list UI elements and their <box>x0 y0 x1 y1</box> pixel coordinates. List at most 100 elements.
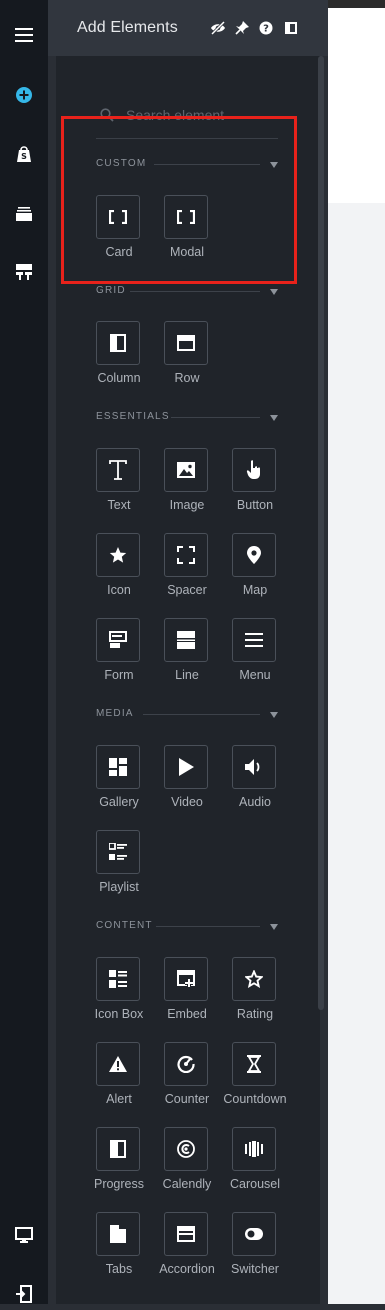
caret-down-icon[interactable] <box>270 162 278 168</box>
element-tile-box[interactable] <box>164 618 208 662</box>
element-tile-menu[interactable]: Menu <box>223 618 287 690</box>
element-tile-box[interactable] <box>96 448 140 492</box>
section-header-custom[interactable]: CUSTOM <box>96 158 278 172</box>
element-tile-image[interactable]: Image <box>155 448 219 520</box>
section-label: ESSENTIALS <box>96 411 170 422</box>
element-tile-carousel[interactable]: Carousel <box>223 1127 287 1199</box>
element-tile-box[interactable] <box>96 1127 140 1171</box>
element-tile-line[interactable]: Line <box>155 618 219 690</box>
element-tile-countdown[interactable]: Countdown <box>223 1042 287 1114</box>
element-tile-box[interactable] <box>164 957 208 1001</box>
element-tile-gallery[interactable]: Gallery <box>87 745 151 817</box>
element-tile-form[interactable]: Form <box>87 618 151 690</box>
element-tile-box[interactable] <box>164 1127 208 1171</box>
element-tile-tabs[interactable]: Tabs <box>87 1212 151 1284</box>
element-tile-counter[interactable]: Counter <box>155 1042 219 1114</box>
shop-bag-icon[interactable]: S <box>8 138 40 170</box>
eye-slash-icon[interactable] <box>210 20 226 36</box>
element-tile-box[interactable] <box>232 1042 276 1086</box>
element-tile-embed[interactable]: Embed <box>155 957 219 1029</box>
pin-icon[interactable] <box>234 20 250 36</box>
section-header-grid[interactable]: GRID <box>96 285 278 299</box>
element-tile-calendly[interactable]: Calendly <box>155 1127 219 1199</box>
layout-icon[interactable] <box>8 256 40 288</box>
element-tile-modal[interactable]: Modal <box>155 195 219 267</box>
element-tile-box[interactable] <box>232 1212 276 1256</box>
element-tile-spacer[interactable]: Spacer <box>155 533 219 605</box>
element-tile-box[interactable] <box>96 745 140 789</box>
element-tile-box[interactable] <box>96 195 140 239</box>
embed-icon <box>177 970 195 988</box>
section-header-essentials[interactable]: ESSENTIALS <box>96 411 278 425</box>
caret-down-icon[interactable] <box>270 415 278 421</box>
add-circle-icon[interactable] <box>8 79 40 111</box>
element-tile-box[interactable] <box>164 321 208 365</box>
element-tile-accordion[interactable]: Accordion <box>155 1212 219 1284</box>
element-tile-box[interactable] <box>232 957 276 1001</box>
element-tile-box[interactable] <box>232 533 276 577</box>
help-icon[interactable]: ? <box>258 20 274 36</box>
element-tile-box[interactable] <box>96 957 140 1001</box>
element-tile-switcher[interactable]: Switcher <box>223 1212 287 1284</box>
element-tile-box[interactable] <box>164 195 208 239</box>
element-tile-box[interactable] <box>96 321 140 365</box>
star-icon <box>109 546 127 564</box>
element-tile-label: Countdown <box>223 1092 287 1106</box>
element-tile-label: Accordion <box>159 1262 215 1276</box>
element-tile-playlist[interactable]: Playlist <box>87 830 151 902</box>
element-tile-progress[interactable]: Progress <box>87 1127 151 1199</box>
element-tile-box[interactable] <box>164 745 208 789</box>
element-tile-icon[interactable]: Icon <box>87 533 151 605</box>
panel-toggle-icon[interactable] <box>283 20 299 36</box>
element-tile-box[interactable] <box>164 1042 208 1086</box>
element-tile-text[interactable]: Text <box>87 448 151 520</box>
search-input[interactable] <box>126 104 276 126</box>
element-tile-box[interactable] <box>232 1127 276 1171</box>
element-tile-map[interactable]: Map <box>223 533 287 605</box>
monitor-icon[interactable] <box>8 1219 40 1251</box>
element-tile-box[interactable] <box>96 1042 140 1086</box>
element-tile-label: Progress <box>93 1177 145 1191</box>
hamburger-icon <box>245 633 263 647</box>
element-tile-box[interactable] <box>232 448 276 492</box>
section-divider <box>171 417 260 418</box>
element-tile-box[interactable] <box>96 533 140 577</box>
element-tile-box[interactable] <box>164 448 208 492</box>
element-tile-button[interactable]: Button <box>223 448 287 520</box>
editor-canvas[interactable] <box>328 0 385 1304</box>
element-tile-label: Switcher <box>231 1262 279 1276</box>
element-tile-box[interactable] <box>164 1212 208 1256</box>
section-header-media[interactable]: MEDIA <box>96 708 278 722</box>
element-tile-box[interactable] <box>232 618 276 662</box>
element-tile-row[interactable]: Row <box>155 321 219 393</box>
element-tile-audio[interactable]: Audio <box>223 745 287 817</box>
alert-triangle-icon <box>109 1056 127 1072</box>
layers-icon[interactable] <box>8 198 40 230</box>
accordion-icon <box>177 1226 195 1242</box>
svg-text:?: ? <box>263 24 269 35</box>
caret-down-icon[interactable] <box>270 289 278 295</box>
element-tile-box[interactable] <box>96 830 140 874</box>
element-tile-box[interactable] <box>96 618 140 662</box>
element-tile-rating[interactable]: Rating <box>223 957 287 1029</box>
menu-icon[interactable] <box>8 19 40 51</box>
element-tile-alert[interactable]: Alert <box>87 1042 151 1114</box>
panel-scrollbar[interactable] <box>318 56 324 1010</box>
element-tile-box[interactable] <box>164 533 208 577</box>
element-tile-label: Text <box>107 498 131 512</box>
caret-down-icon[interactable] <box>270 712 278 718</box>
element-tile-label: Counter <box>164 1092 210 1106</box>
element-tile-video[interactable]: Video <box>155 745 219 817</box>
exit-icon[interactable] <box>8 1278 40 1310</box>
switcher-icon <box>245 1228 263 1240</box>
element-tile-card[interactable]: Card <box>87 195 151 267</box>
caret-down-icon[interactable] <box>270 924 278 930</box>
search-icon <box>100 108 114 127</box>
section-header-content[interactable]: CONTENT <box>96 920 278 934</box>
element-tile-icon-box[interactable]: Icon Box <box>87 957 151 1029</box>
element-tile-box[interactable] <box>96 1212 140 1256</box>
element-tile-column[interactable]: Column <box>87 321 151 393</box>
panel-title: Add Elements <box>77 19 178 36</box>
canvas-page[interactable] <box>328 8 385 203</box>
element-tile-box[interactable] <box>232 745 276 789</box>
